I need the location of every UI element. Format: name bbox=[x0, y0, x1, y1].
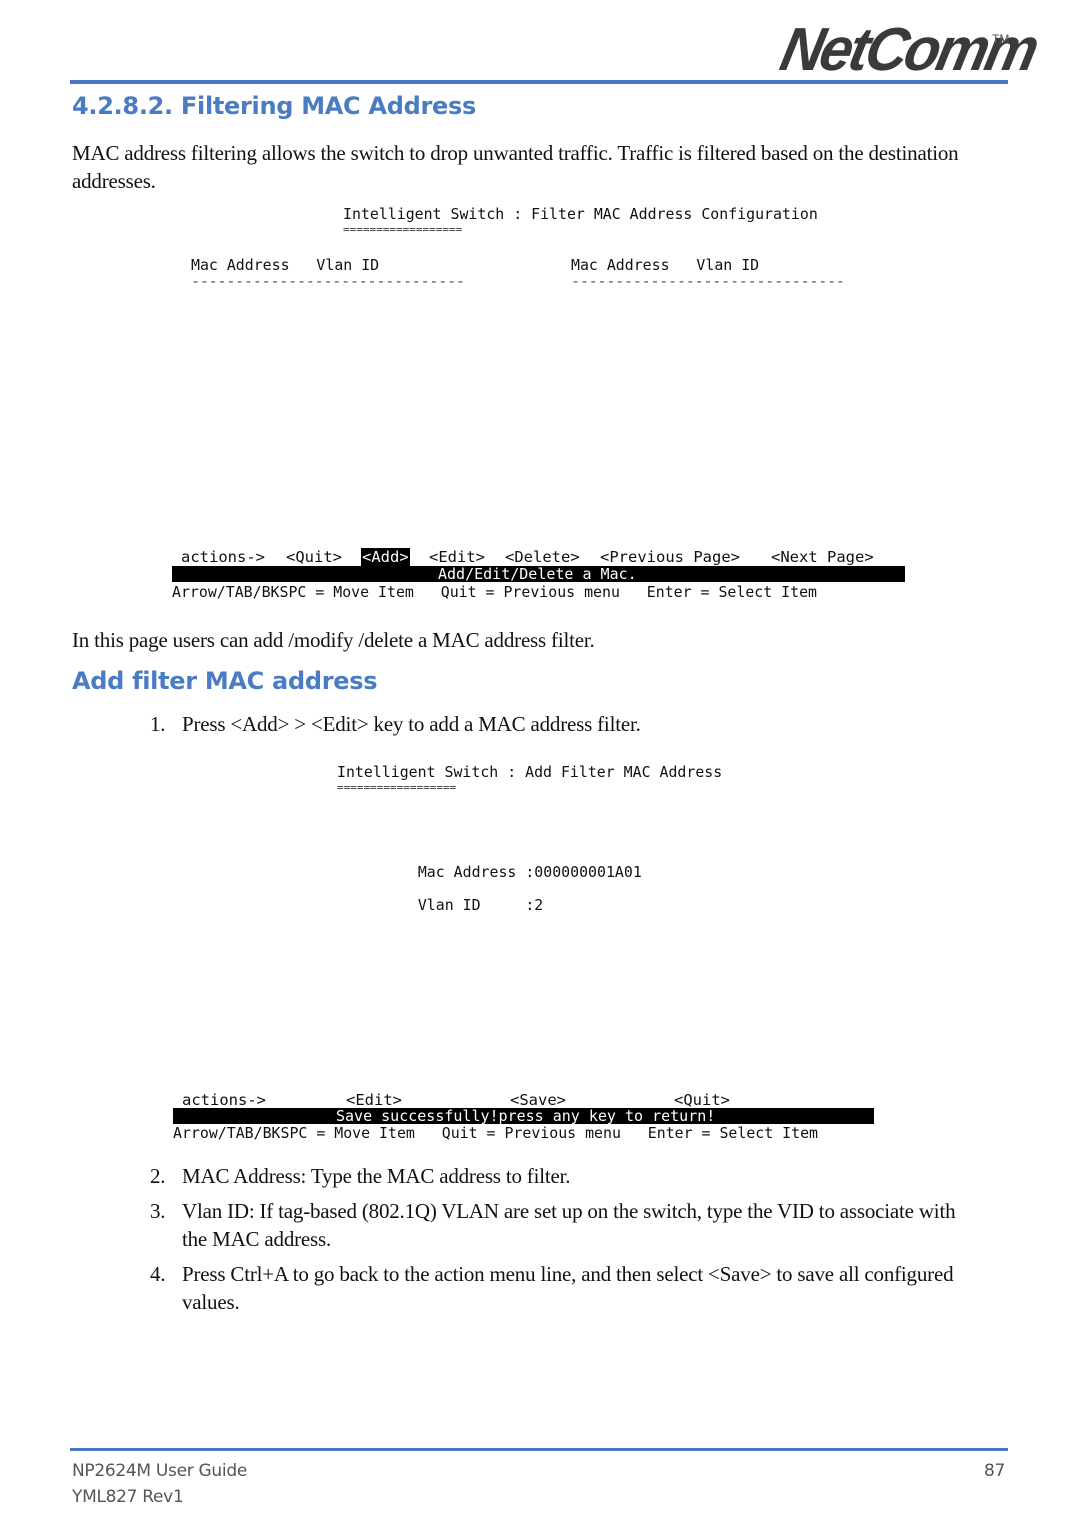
quit-action[interactable]: <Quit> bbox=[286, 548, 342, 566]
vlan-id-label: Vlan ID : bbox=[417, 896, 535, 914]
help-line: Arrow/TAB/BKSPC = Move Item Quit = Previ… bbox=[173, 1124, 819, 1142]
footer-revision: YML827 Rev1 bbox=[72, 1487, 184, 1507]
step-number: 3. bbox=[150, 1199, 166, 1223]
status-message: Save successfully!press any key to retur… bbox=[336, 1107, 716, 1125]
step-text: Press Ctrl+A to go back to the action me… bbox=[182, 1262, 954, 1314]
edit-action[interactable]: <Edit> bbox=[429, 548, 485, 566]
after-screen-paragraph: In this page users can add /modify /dele… bbox=[72, 628, 595, 652]
add-action[interactable]: <Add> bbox=[361, 548, 410, 566]
step-number: 2. bbox=[150, 1164, 166, 1188]
footer-rule bbox=[70, 1448, 1008, 1451]
next-page-action[interactable]: <Next Page> bbox=[771, 548, 874, 566]
column-divider-right: ------------------------------- bbox=[571, 272, 845, 290]
netcomm-logo: NetComm TM bbox=[775, 15, 1042, 83]
previous-page-action[interactable]: <Previous Page> bbox=[600, 548, 740, 566]
section-heading: 4.2.8.2. Filtering MAC Address bbox=[72, 92, 476, 120]
step-text: Press <Add> > <Edit> key to add a MAC ad… bbox=[182, 712, 641, 736]
step-item: 1. Press <Add> > <Edit> key to add a MAC… bbox=[150, 710, 970, 738]
step-text: Vlan ID: If tag-based (802.1Q) VLAN are … bbox=[182, 1199, 956, 1251]
title-underline: ================== bbox=[343, 223, 463, 236]
vlan-id-value[interactable]: 2 bbox=[534, 896, 543, 914]
status-bar: Add/Edit/Delete a Mac. bbox=[172, 566, 905, 582]
status-message: Add/Edit/Delete a Mac. bbox=[438, 565, 637, 583]
terminal-title: Intelligent Switch : Filter MAC Address … bbox=[343, 205, 818, 223]
step-item: 3. Vlan ID: If tag-based (802.1Q) VLAN a… bbox=[150, 1197, 970, 1253]
footer-guide-title: NP2624M User Guide bbox=[72, 1461, 247, 1481]
mac-address-value[interactable]: 000000001A01 bbox=[534, 863, 642, 881]
title-underline: ================== bbox=[337, 781, 457, 794]
step-text: MAC Address: Type the MAC address to fil… bbox=[182, 1164, 571, 1188]
status-bar: Save successfully!press any key to retur… bbox=[173, 1108, 874, 1124]
step-item: 4. Press Ctrl+A to go back to the action… bbox=[150, 1260, 970, 1316]
subsection-heading: Add filter MAC address bbox=[72, 667, 378, 695]
step-item: 2. MAC Address: Type the MAC address to … bbox=[150, 1162, 970, 1190]
trademark-symbol: TM bbox=[992, 32, 1010, 46]
action-menu-line: actions-> <Quit> <Add> <Edit> <Delete> <… bbox=[0, 548, 874, 566]
help-line: Arrow/TAB/BKSPC = Move Item Quit = Previ… bbox=[172, 583, 818, 601]
column-divider-left: ------------------------------- bbox=[191, 272, 465, 290]
header-rule bbox=[70, 80, 1008, 84]
vlan-id-field[interactable]: Vlan ID :2 bbox=[382, 878, 543, 932]
actions-label: actions-> bbox=[182, 1091, 266, 1109]
intro-paragraph: MAC address filtering allows the switch … bbox=[72, 141, 959, 193]
step-number: 4. bbox=[150, 1262, 166, 1286]
terminal-title: Intelligent Switch : Add Filter MAC Addr… bbox=[337, 763, 723, 781]
step-number: 1. bbox=[150, 712, 166, 736]
actions-label: actions-> bbox=[181, 548, 265, 566]
page-number: 87 bbox=[984, 1461, 1006, 1481]
logo-wordmark: NetComm bbox=[774, 15, 1043, 84]
delete-action[interactable]: <Delete> bbox=[505, 548, 580, 566]
